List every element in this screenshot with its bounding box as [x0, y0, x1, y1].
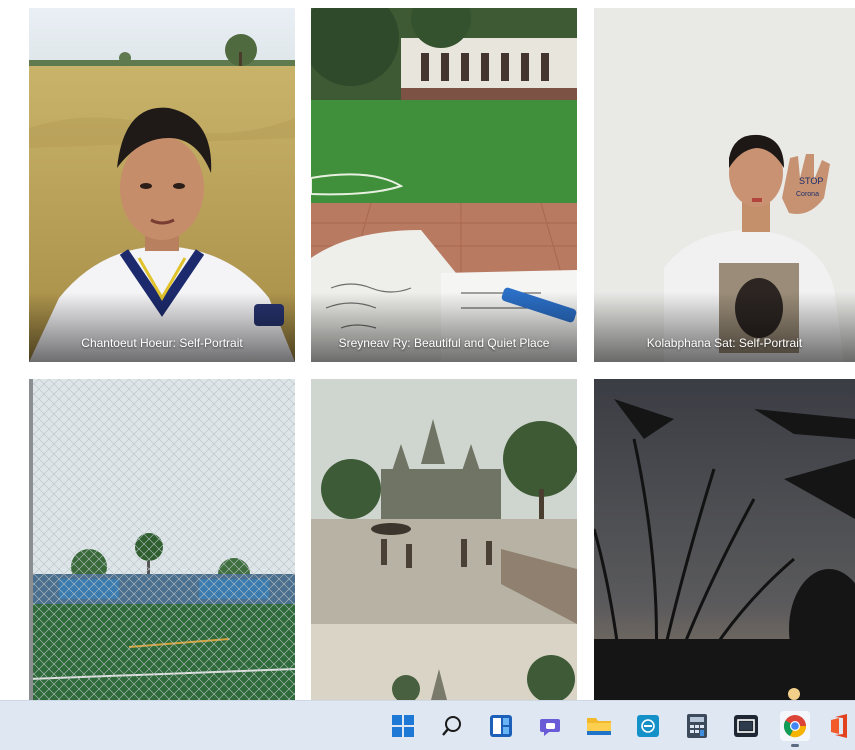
office-icon[interactable]	[829, 711, 855, 741]
chat-icon[interactable]	[535, 711, 565, 741]
gallery-tile-6[interactable]	[594, 379, 855, 700]
tile-6-image	[594, 379, 855, 700]
windows-start-icon[interactable]	[388, 711, 418, 741]
search-icon[interactable]	[437, 711, 467, 741]
active-indicator	[791, 744, 799, 747]
tile-caption: Chantoeut Hoeur: Self-Portrait	[29, 292, 295, 362]
chrome-icon[interactable]	[780, 711, 810, 747]
svg-text:Corona: Corona	[796, 191, 819, 198]
gallery-tile-3[interactable]: STOP Corona Kolabphana Sat: Self-Portrai…	[594, 8, 855, 362]
file-explorer-icon[interactable]	[584, 711, 614, 741]
gallery-tile-1[interactable]: Chantoeut Hoeur: Self-Portrait	[29, 8, 295, 362]
media-icon[interactable]	[731, 711, 761, 741]
gallery-tile-4[interactable]	[29, 379, 295, 700]
tile-caption: Kolabphana Sat: Self-Portrait	[594, 292, 855, 362]
widgets-icon[interactable]	[486, 711, 516, 741]
gallery-tile-5[interactable]	[311, 379, 577, 700]
gallery-tile-2[interactable]: Sreyneav Ry: Beautiful and Quiet Place	[311, 8, 577, 362]
svg-text:STOP: STOP	[799, 176, 823, 186]
mail-icon[interactable]	[633, 711, 663, 741]
photo-gallery: Chantoeut Hoeur: Self-Portrait Sreyneav …	[0, 0, 855, 700]
calculator-icon[interactable]	[682, 711, 712, 741]
taskbar	[0, 700, 855, 750]
tile-4-image	[29, 379, 295, 700]
tile-5-image	[311, 379, 577, 700]
tile-caption: Sreyneav Ry: Beautiful and Quiet Place	[311, 292, 577, 362]
